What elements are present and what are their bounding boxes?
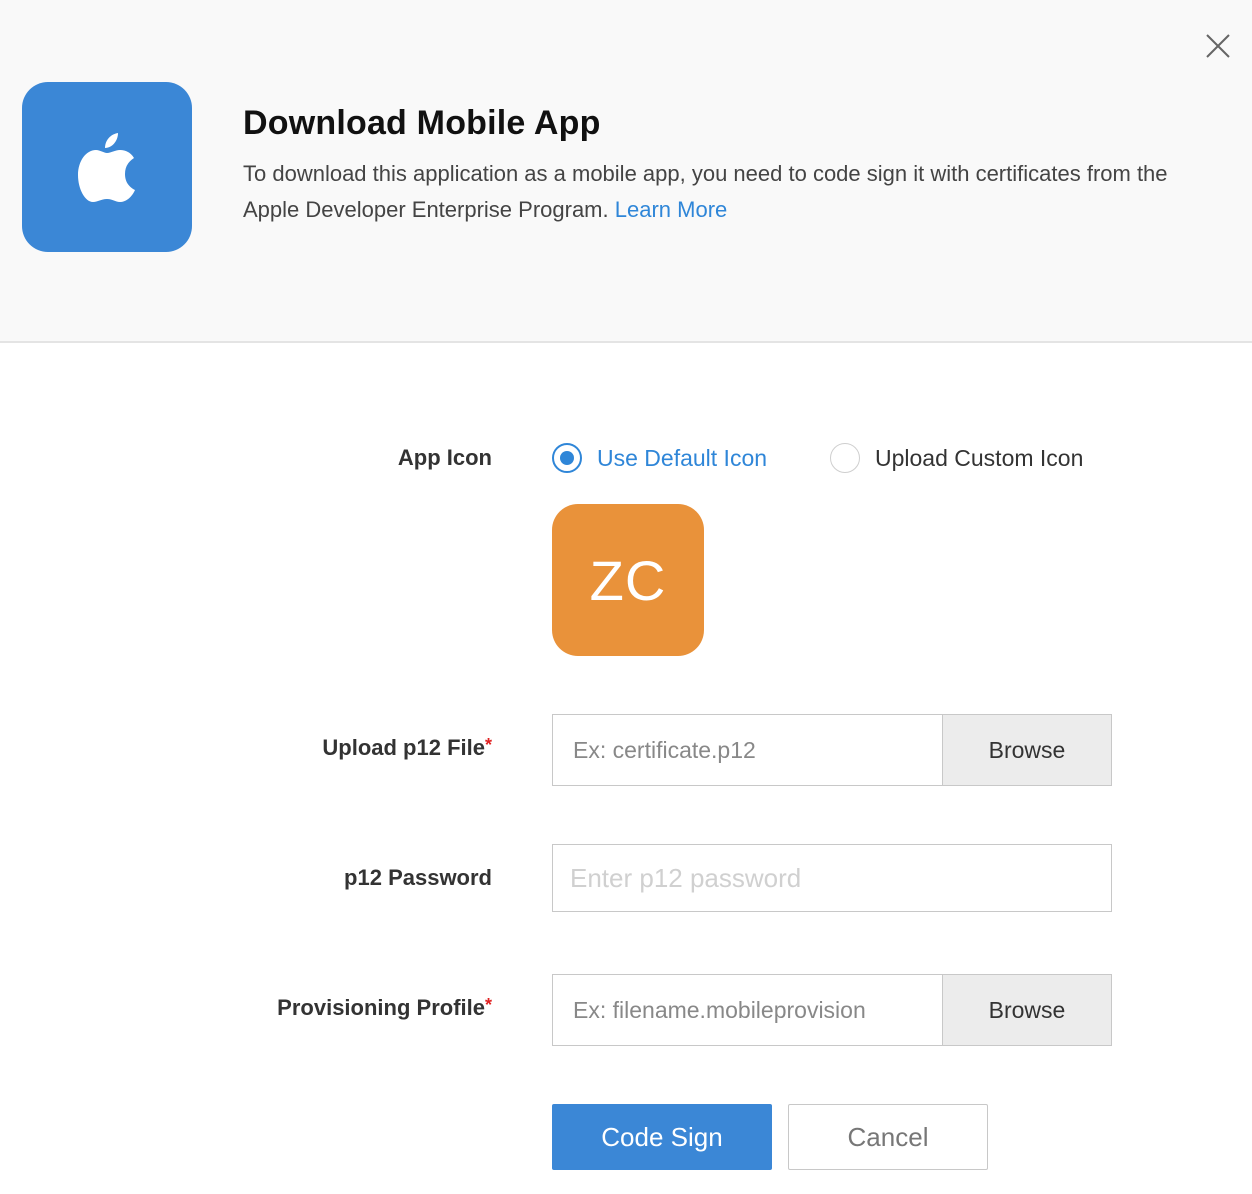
p12-password-input[interactable] <box>552 844 1112 912</box>
close-button[interactable] <box>1202 30 1234 62</box>
provisioning-profile-label-text: Provisioning Profile <box>277 995 485 1020</box>
p12-password-label-text: p12 Password <box>344 865 492 890</box>
default-app-icon-preview: ZC <box>552 504 704 656</box>
learn-more-link[interactable]: Learn More <box>615 197 728 222</box>
apple-icon <box>78 133 135 202</box>
p12-browse-button[interactable]: Browse <box>942 715 1111 785</box>
provisioning-profile-picker: Browse <box>552 974 1112 1046</box>
p12-file-picker: Browse <box>552 714 1112 786</box>
radio-custom-icon-control[interactable] <box>830 443 860 473</box>
app-icon-label: App Icon <box>398 445 492 471</box>
app-icon-label-text: App Icon <box>397 445 492 470</box>
provisioning-profile-label: Provisioning Profile* <box>277 995 492 1021</box>
default-app-icon-text: ZC <box>589 548 667 612</box>
radio-custom-icon-label[interactable]: Upload Custom Icon <box>875 445 1083 472</box>
code-sign-button[interactable]: Code Sign <box>552 1104 772 1170</box>
required-marker: * <box>484 735 492 755</box>
p12-password-label: p12 Password <box>344 865 492 891</box>
p12-file-label-text: Upload p12 File <box>322 735 485 760</box>
close-icon <box>1206 34 1230 58</box>
platform-tile <box>22 82 192 252</box>
radio-default-icon-control[interactable] <box>552 443 582 473</box>
dialog-header: Download Mobile App To download this app… <box>0 0 1252 343</box>
provisioning-browse-button[interactable]: Browse <box>942 975 1111 1045</box>
p12-file-input[interactable] <box>553 715 942 785</box>
radio-default-icon-label[interactable]: Use Default Icon <box>597 445 767 472</box>
p12-file-label: Upload p12 File* <box>322 735 492 761</box>
required-marker: * <box>484 995 492 1015</box>
provisioning-profile-input[interactable] <box>553 975 942 1045</box>
radio-default-icon[interactable]: Use Default Icon <box>552 443 767 473</box>
dialog-title: Download Mobile App <box>243 104 601 142</box>
radio-custom-icon[interactable]: Upload Custom Icon <box>830 443 1083 473</box>
dialog-description: To download this application as a mobile… <box>243 156 1203 228</box>
cancel-button[interactable]: Cancel <box>788 1104 988 1170</box>
